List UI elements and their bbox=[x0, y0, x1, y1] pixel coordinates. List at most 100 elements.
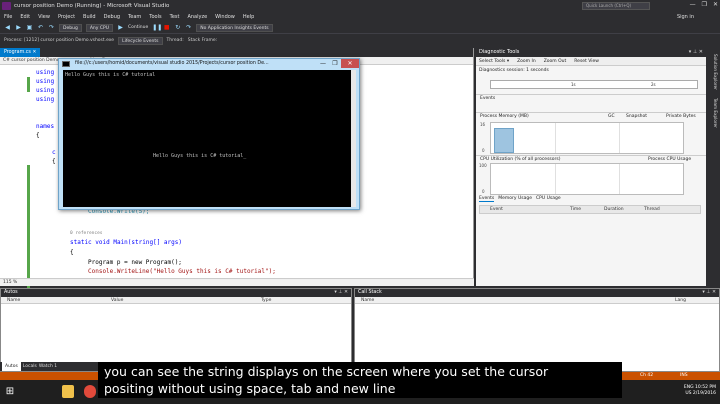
tab-solution-explorer[interactable]: Solution Explorer bbox=[710, 54, 718, 90]
title-bar: cursor position Demo (Running) - Microso… bbox=[0, 0, 720, 12]
pin-icon[interactable]: ▾ ⊥ ✕ bbox=[702, 289, 716, 297]
undo-icon[interactable]: ↶ bbox=[37, 24, 44, 31]
console-maximize-button[interactable]: ❐ bbox=[329, 59, 341, 68]
language-indicator[interactable]: ENG bbox=[684, 385, 694, 390]
menu-view[interactable]: View bbox=[38, 14, 50, 20]
zoom-in-button[interactable]: Zoom In bbox=[517, 57, 536, 65]
menu-edit[interactable]: Edit bbox=[20, 14, 30, 20]
column-header[interactable]: Thread bbox=[644, 206, 684, 213]
windows-start-icon[interactable]: ⊞ bbox=[4, 386, 16, 398]
cpu-label: CPU Utilization (% of all processors) bbox=[480, 157, 561, 162]
forward-icon[interactable]: ▶ bbox=[15, 24, 22, 31]
restart-icon[interactable]: ↻ bbox=[174, 24, 181, 31]
console-title-bar[interactable]: file:///c:/users/homid/documents/visual … bbox=[59, 59, 359, 69]
chrome-icon[interactable] bbox=[84, 385, 96, 398]
code-line: c bbox=[52, 149, 56, 156]
zoom-level[interactable]: 115 % bbox=[0, 278, 474, 286]
document-tabs: Program.cs ✕ bbox=[0, 48, 473, 57]
close-button[interactable]: ✕ bbox=[713, 1, 718, 8]
grid-line bbox=[619, 164, 620, 194]
console-scrollbar[interactable] bbox=[351, 70, 356, 207]
continue-button[interactable]: Continue bbox=[128, 25, 148, 30]
timeline-ruler[interactable]: 1s 2s bbox=[490, 80, 698, 89]
visual-studio-logo-icon bbox=[2, 2, 11, 10]
app-insights-dropdown[interactable]: No Application Insights Events bbox=[196, 23, 273, 32]
menu-debug[interactable]: Debug bbox=[104, 14, 120, 20]
panel-header: Autos ▾ ⊥ ✕ bbox=[1, 289, 351, 297]
console-title: file:///c:/users/homid/documents/visual … bbox=[75, 61, 269, 66]
cpu-section: CPU Utilization (% of all processors) Pr… bbox=[476, 155, 706, 162]
code-line: using bbox=[36, 69, 55, 76]
console-output[interactable]: Hello Guys this is C# tutorial Hello Guy… bbox=[63, 70, 353, 207]
platform-dropdown[interactable]: Any CPU bbox=[85, 23, 113, 32]
code-line: { bbox=[36, 132, 40, 139]
process-dropdown[interactable]: Process: [1212] cursor position Demo.vsh… bbox=[4, 38, 114, 43]
lifecycle-dropdown[interactable]: Lifecycle Events bbox=[118, 36, 163, 45]
menu-help[interactable]: Help bbox=[243, 14, 254, 20]
menu-tools[interactable]: Tools bbox=[149, 14, 161, 20]
tab-memory-usage[interactable]: Memory Usage bbox=[498, 196, 532, 202]
console-window-controls: — ❐ ✕ bbox=[317, 59, 359, 68]
memory-graph[interactable] bbox=[490, 122, 684, 154]
pin-icon[interactable]: ▾ ⊥ ✕ bbox=[689, 48, 703, 57]
save-icon[interactable]: ▣ bbox=[26, 24, 33, 31]
menu-bar: File Edit View Project Build Debug Team … bbox=[0, 12, 720, 22]
console-close-button[interactable]: ✕ bbox=[341, 59, 359, 68]
code-lens-references[interactable]: 0 references bbox=[70, 231, 103, 236]
continue-icon[interactable]: ▶ bbox=[117, 24, 124, 31]
video-subtitle: you can see the string displays on the s… bbox=[98, 362, 622, 398]
pin-icon[interactable]: ▾ ⊥ ✕ bbox=[334, 289, 348, 297]
project-nav-dropdown[interactable]: C# cursor position Demo bbox=[3, 57, 60, 64]
tab-watch-1[interactable]: Watch 1 bbox=[39, 362, 57, 371]
menu-test[interactable]: Test bbox=[170, 14, 180, 20]
tab-locals[interactable]: Locals bbox=[23, 362, 37, 371]
menu-file[interactable]: File bbox=[4, 14, 12, 20]
section-title: Events bbox=[476, 94, 706, 101]
column-header[interactable]: Name bbox=[355, 297, 675, 303]
tab-cpu-usage[interactable]: CPU Usage bbox=[536, 196, 561, 202]
column-header[interactable]: Duration bbox=[604, 206, 644, 213]
system-tray: ENG 10:52 PM US 2/19/2016 bbox=[684, 385, 716, 397]
menu-window[interactable]: Window bbox=[215, 14, 235, 20]
minimize-button[interactable]: — bbox=[690, 1, 696, 8]
column-header[interactable]: Time bbox=[570, 206, 604, 213]
menu-project[interactable]: Project bbox=[58, 14, 75, 20]
clock-date[interactable]: 2/19/2016 bbox=[693, 391, 716, 396]
panel-header: Call Stack ▾ ⊥ ✕ bbox=[355, 289, 719, 297]
step-over-icon[interactable]: ↷ bbox=[185, 24, 192, 31]
select-tools-button[interactable]: Select Tools ▾ bbox=[479, 57, 509, 65]
reset-view-button[interactable]: Reset View bbox=[574, 57, 599, 65]
tab-team-explorer[interactable]: Team Explorer bbox=[710, 98, 718, 128]
config-dropdown[interactable]: Debug bbox=[59, 23, 82, 32]
clock-time[interactable]: 10:52 PM bbox=[695, 385, 716, 390]
console-minimize-button[interactable]: — bbox=[317, 59, 329, 68]
stop-icon[interactable]: ■ bbox=[163, 24, 170, 31]
back-icon[interactable]: ◀ bbox=[4, 24, 11, 31]
tab-program-cs[interactable]: Program.cs ✕ bbox=[0, 48, 41, 57]
sign-in-link[interactable]: Sign in bbox=[677, 14, 694, 20]
column-header[interactable]: Lang bbox=[675, 297, 705, 303]
menu-team[interactable]: Team bbox=[128, 14, 141, 20]
menu-build[interactable]: Build bbox=[83, 14, 96, 20]
file-explorer-icon[interactable] bbox=[62, 385, 74, 398]
maximize-button[interactable]: ❐ bbox=[702, 1, 707, 8]
cpu-graph[interactable] bbox=[490, 163, 684, 195]
pause-icon[interactable]: ❚❚ bbox=[152, 24, 162, 31]
quick-launch-input[interactable]: Quick Launch (Ctrl+Q) bbox=[582, 2, 650, 10]
tab-events[interactable]: Events bbox=[479, 196, 495, 202]
column-header[interactable]: Event bbox=[480, 206, 570, 213]
redo-icon[interactable]: ↷ bbox=[48, 24, 55, 31]
memory-axis-min: 0 bbox=[482, 148, 485, 153]
column-header[interactable]: Type bbox=[261, 297, 321, 303]
cpu-axis-min: 0 bbox=[482, 189, 485, 194]
column-header[interactable]: Name bbox=[1, 297, 111, 303]
code-line: { bbox=[70, 249, 74, 256]
window-controls: — ❐ ✕ bbox=[690, 1, 718, 8]
column-header[interactable]: Value bbox=[111, 297, 261, 303]
console-window[interactable]: file:///c:/users/homid/documents/visual … bbox=[58, 58, 360, 210]
autos-columns: Name Value Type bbox=[1, 297, 351, 304]
code-line: using bbox=[36, 78, 55, 85]
menu-analyze[interactable]: Analyze bbox=[187, 14, 207, 20]
tab-autos[interactable]: Autos bbox=[2, 362, 21, 371]
zoom-out-button[interactable]: Zoom Out bbox=[544, 57, 567, 65]
